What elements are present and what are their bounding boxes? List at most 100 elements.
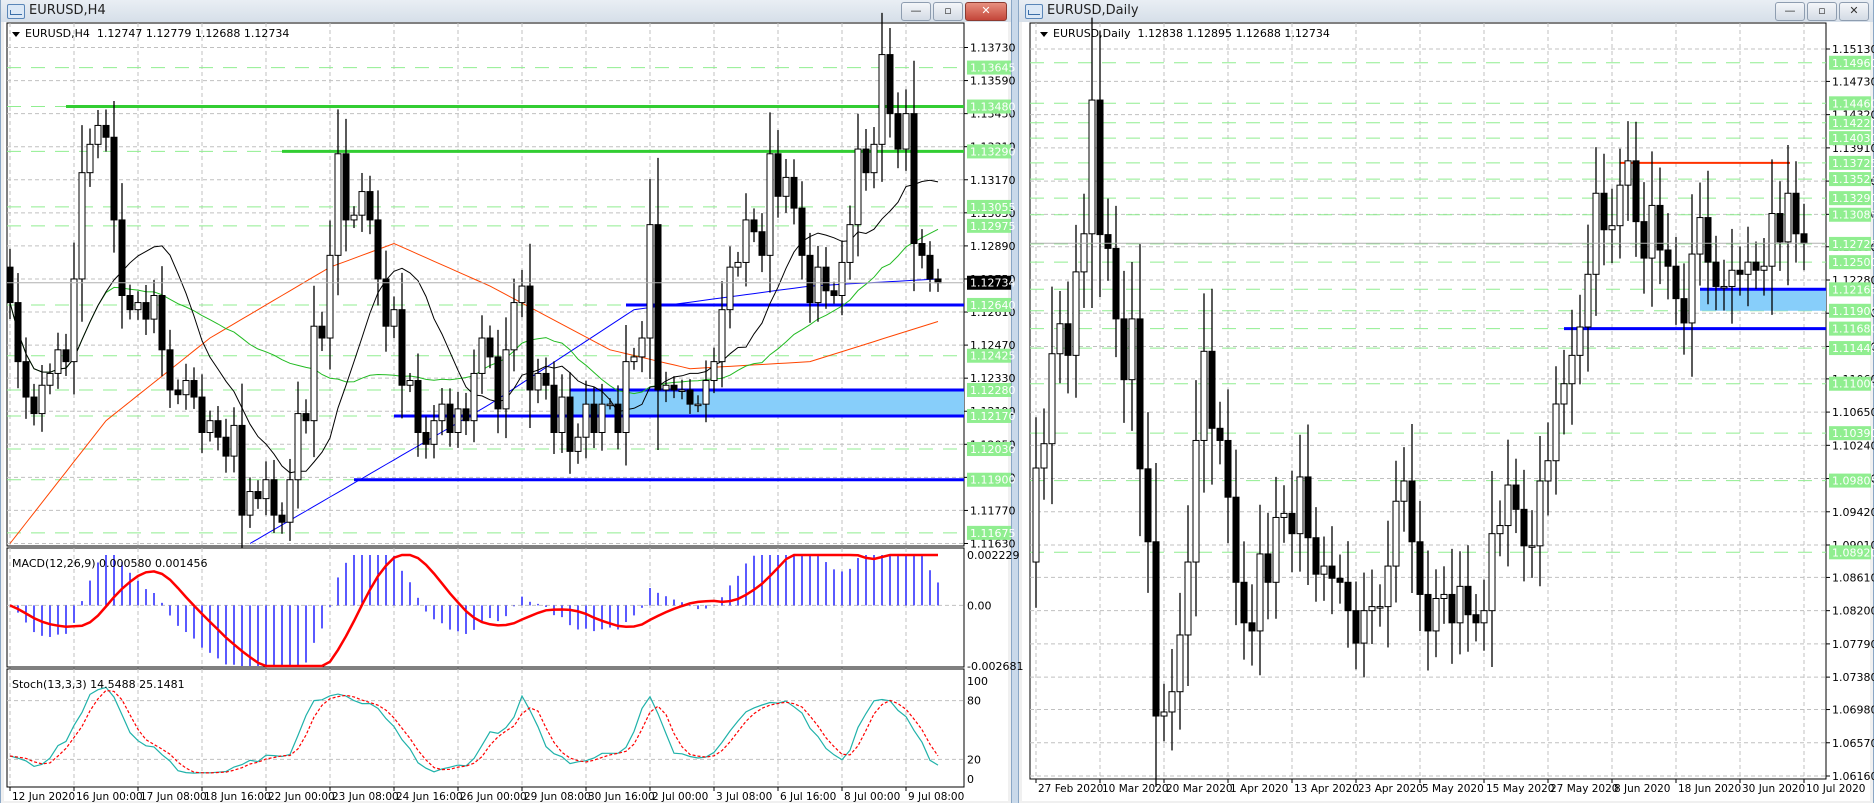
bear-candle-body bbox=[894, 113, 902, 150]
bear-candle-body bbox=[382, 278, 390, 327]
bull-candle-body bbox=[1040, 443, 1048, 469]
level-price-label: 1.08920 bbox=[1832, 546, 1874, 559]
bear-candle-body bbox=[1464, 585, 1472, 616]
bull-candle-body bbox=[1536, 480, 1544, 547]
bull-candle-body bbox=[334, 153, 342, 256]
bear-candle-body bbox=[798, 207, 806, 256]
level-price-label: 1.12975 bbox=[970, 220, 1016, 233]
time-label: 12 Jun 2020 bbox=[12, 791, 75, 803]
bull-candle-body bbox=[1480, 610, 1488, 624]
bull-candle-body bbox=[430, 420, 438, 445]
time-label: 1 Apr 2020 bbox=[1230, 783, 1288, 795]
level-price-label: 1.12280 bbox=[970, 384, 1016, 397]
bear-candle-body bbox=[302, 413, 310, 422]
dropdown-triangle-icon[interactable] bbox=[12, 31, 20, 37]
bull-candle-body bbox=[1720, 285, 1728, 289]
bear-candle-body bbox=[1792, 192, 1800, 235]
macd-tick-label: -0.002681 bbox=[967, 660, 1023, 673]
time-label: 10 Jul 2020 bbox=[1806, 783, 1865, 795]
bull-candle-body bbox=[1784, 192, 1792, 243]
bull-candle-body bbox=[1160, 711, 1168, 717]
bull-candle-body bbox=[262, 479, 270, 500]
time-label: 18 Jun 2020 bbox=[1678, 783, 1741, 795]
bull-candle-body bbox=[230, 424, 238, 457]
bull-candle-body bbox=[1184, 561, 1192, 636]
bull-candle-body bbox=[718, 309, 726, 363]
bull-candle-body bbox=[838, 261, 846, 296]
dropdown-triangle-icon[interactable] bbox=[1040, 31, 1048, 37]
time-label: 2 Jul 00:00 bbox=[652, 791, 708, 803]
bear-candle-body bbox=[174, 389, 182, 396]
bull-candle-body bbox=[350, 214, 358, 221]
bear-candle-body bbox=[1704, 217, 1712, 263]
time-label: 15 May 2020 bbox=[1486, 783, 1554, 795]
bear-candle-body bbox=[886, 54, 894, 115]
stoch-tick-label: 80 bbox=[967, 695, 981, 708]
time-label: 26 Jun 00:00 bbox=[460, 791, 527, 803]
bear-candle-body bbox=[1448, 593, 1456, 624]
bear-candle-body bbox=[1216, 427, 1224, 441]
bear-candle-body bbox=[542, 372, 550, 386]
daily-ohlc-text: EURUSD,Daily 1.12838 1.12895 1.12688 1.1… bbox=[1053, 27, 1330, 40]
bear-candle-body bbox=[1328, 565, 1336, 579]
level-price-label: 1.11900 bbox=[1832, 305, 1874, 318]
bull-candle-body bbox=[1528, 545, 1536, 548]
support-zone bbox=[1700, 289, 1826, 311]
level-price-label: 1.12165 bbox=[1832, 283, 1874, 296]
bull-candle-body bbox=[358, 191, 366, 216]
time-label: 18 Jun 16:00 bbox=[204, 791, 271, 803]
bull-candle-body bbox=[1456, 585, 1464, 624]
bull-candle-body bbox=[1648, 204, 1656, 259]
bear-candle-body bbox=[366, 191, 374, 221]
bull-candle-body bbox=[1432, 598, 1440, 632]
stoch-tick-label: 0 bbox=[967, 773, 974, 786]
bull-candle-body bbox=[1568, 354, 1576, 385]
level-price-label: 1.11900 bbox=[970, 474, 1016, 487]
level-price-label: 1.12425 bbox=[970, 350, 1016, 363]
level-price-label: 1.09805 bbox=[1832, 475, 1874, 488]
level-price-label: 1.14460 bbox=[1832, 97, 1874, 110]
bull-candle-body bbox=[182, 380, 190, 396]
bull-candle-body bbox=[310, 325, 318, 422]
bull-candle-body bbox=[78, 172, 86, 280]
bear-candle-body bbox=[918, 243, 926, 256]
bull-candle-body bbox=[854, 148, 862, 226]
bull-candle-body bbox=[678, 389, 686, 392]
bear-candle-body bbox=[110, 136, 118, 221]
bear-candle-body bbox=[1672, 265, 1680, 300]
bull-candle-body bbox=[710, 361, 718, 382]
charts-canvas[interactable]: 1.137301.135901.134501.133101.131701.130… bbox=[0, 0, 1874, 803]
bull-candle-body bbox=[662, 384, 670, 391]
price-tick-label: 1.14730 bbox=[1832, 75, 1874, 88]
bull-candle-body bbox=[1192, 439, 1200, 563]
bull-candle-body bbox=[1088, 99, 1096, 235]
bull-candle-body bbox=[1200, 350, 1208, 441]
bull-candle-body bbox=[1768, 213, 1776, 267]
time-label: 24 Jun 16:00 bbox=[396, 791, 463, 803]
bear-candle-body bbox=[278, 514, 286, 523]
bull-candle-body bbox=[1384, 565, 1392, 608]
bear-candle-body bbox=[1240, 581, 1248, 624]
bull-candle-body bbox=[1624, 160, 1632, 186]
bull-candle-body bbox=[1496, 525, 1504, 535]
bear-candle-body bbox=[790, 176, 798, 209]
bull-candle-body bbox=[1056, 323, 1064, 355]
bull-candle-body bbox=[1176, 634, 1184, 693]
level-price-label: 1.11675 bbox=[970, 527, 1016, 540]
bear-candle-body bbox=[1712, 261, 1720, 287]
bull-candle-body bbox=[598, 403, 606, 433]
bull-candle-body bbox=[1616, 184, 1624, 227]
bull-candle-body bbox=[1560, 383, 1568, 405]
bear-candle-body bbox=[166, 349, 174, 391]
price-tick-label: 1.06980 bbox=[1832, 704, 1874, 717]
bull-candle-body bbox=[782, 176, 790, 197]
bear-candle-body bbox=[1408, 480, 1416, 543]
bear-candle-body bbox=[1120, 318, 1128, 381]
bull-candle-body bbox=[1168, 691, 1176, 713]
stoch-tick-label: 20 bbox=[967, 753, 981, 766]
bull-candle-body bbox=[478, 337, 486, 374]
bull-candle-body bbox=[1048, 353, 1056, 445]
level-price-label: 1.13480 bbox=[970, 101, 1016, 114]
bull-candle-body bbox=[510, 302, 518, 351]
level-price-label: 1.11680 bbox=[1832, 323, 1874, 336]
